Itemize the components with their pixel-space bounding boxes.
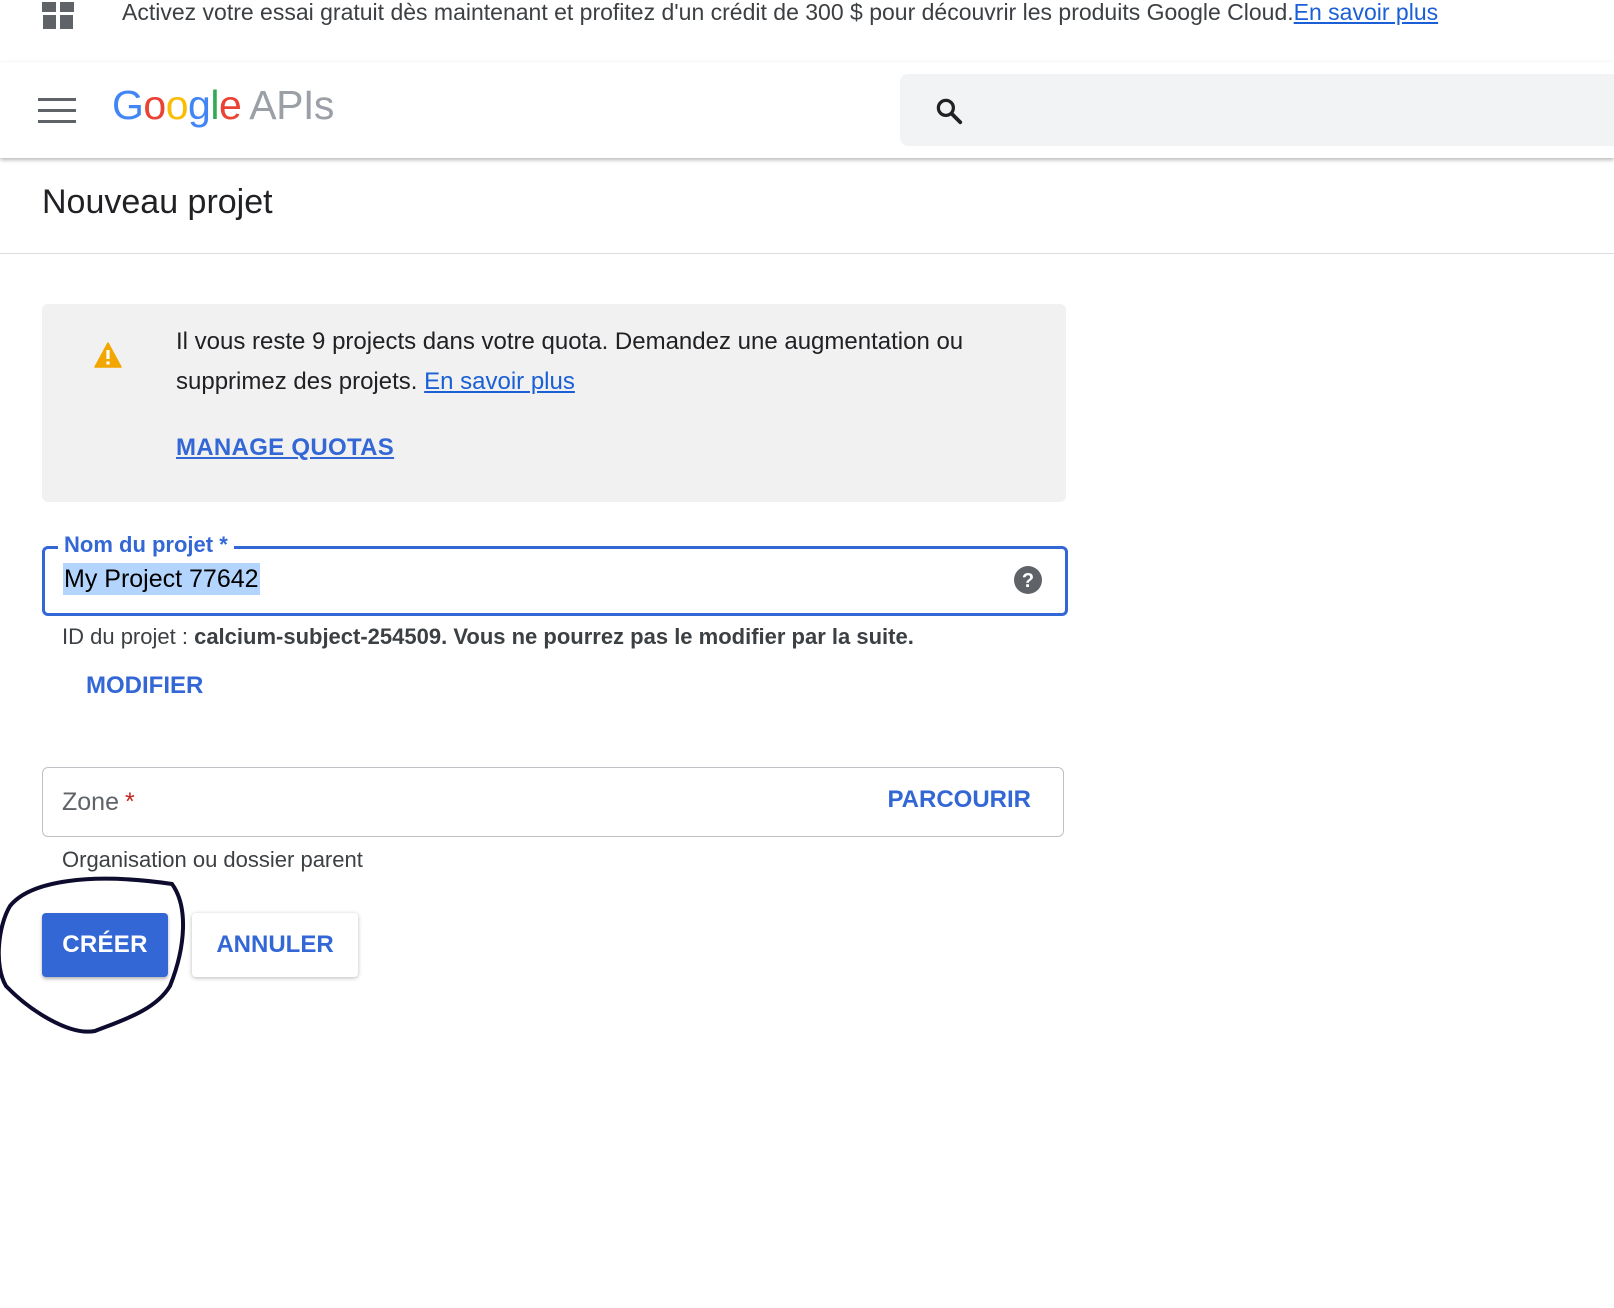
browse-button[interactable]: PARCOURIR [887, 786, 1031, 814]
title-divider [0, 253, 1614, 254]
project-id-prefix: ID du projet : [62, 624, 195, 649]
promo-banner: Activez votre essai gratuit dès maintena… [0, 0, 1614, 60]
search-input[interactable] [900, 74, 1614, 146]
help-circle-icon[interactable]: ? [1013, 565, 1043, 595]
project-name-field[interactable]: Nom du projet * My Project 77642 ? [42, 532, 1068, 616]
manage-quotas-link[interactable]: MANAGE QUOTAS [176, 434, 394, 462]
modify-project-id-button[interactable]: MODIFIER [86, 672, 203, 700]
hamburger-menu-icon[interactable] [38, 98, 78, 126]
app-header: Google APIs [0, 62, 1614, 158]
project-name-input[interactable]: My Project 77642 [63, 563, 260, 595]
quota-message: Il vous reste 9 projects dans votre quot… [176, 322, 1046, 402]
project-id-note: . Vous ne pourrez pas le modifier par la… [441, 624, 914, 649]
svg-text:?: ? [1022, 570, 1034, 592]
promo-text: Activez votre essai gratuit dès maintena… [122, 0, 1438, 30]
promo-message: Activez votre essai gratuit dès maintena… [122, 0, 1294, 25]
create-button[interactable]: CRÉER [42, 913, 168, 977]
cancel-button[interactable]: ANNULER [192, 913, 358, 977]
quota-learn-more-link[interactable]: En savoir plus [424, 368, 575, 395]
gift-icon [42, 2, 74, 29]
google-apis-logo[interactable]: Google APIs [112, 82, 334, 129]
required-marker: * [124, 788, 135, 816]
zone-label: Zone * [62, 788, 135, 816]
promo-learn-more-link[interactable]: En savoir plus [1294, 0, 1438, 25]
project-id-info: ID du projet : calcium-subject-254509. V… [62, 624, 914, 650]
search-icon[interactable] [934, 96, 964, 126]
quota-notice: Il vous reste 9 projects dans votre quot… [42, 304, 1066, 502]
project-name-label: Nom du projet * [58, 532, 234, 558]
zone-field[interactable]: Zone * PARCOURIR [42, 767, 1064, 837]
project-id-value: calcium-subject-254509 [194, 624, 442, 649]
warning-icon [94, 342, 122, 368]
zone-helper-text: Organisation ou dossier parent [62, 847, 363, 872]
page-title: Nouveau projet [42, 183, 273, 221]
logo-product-name: APIs [249, 82, 334, 128]
